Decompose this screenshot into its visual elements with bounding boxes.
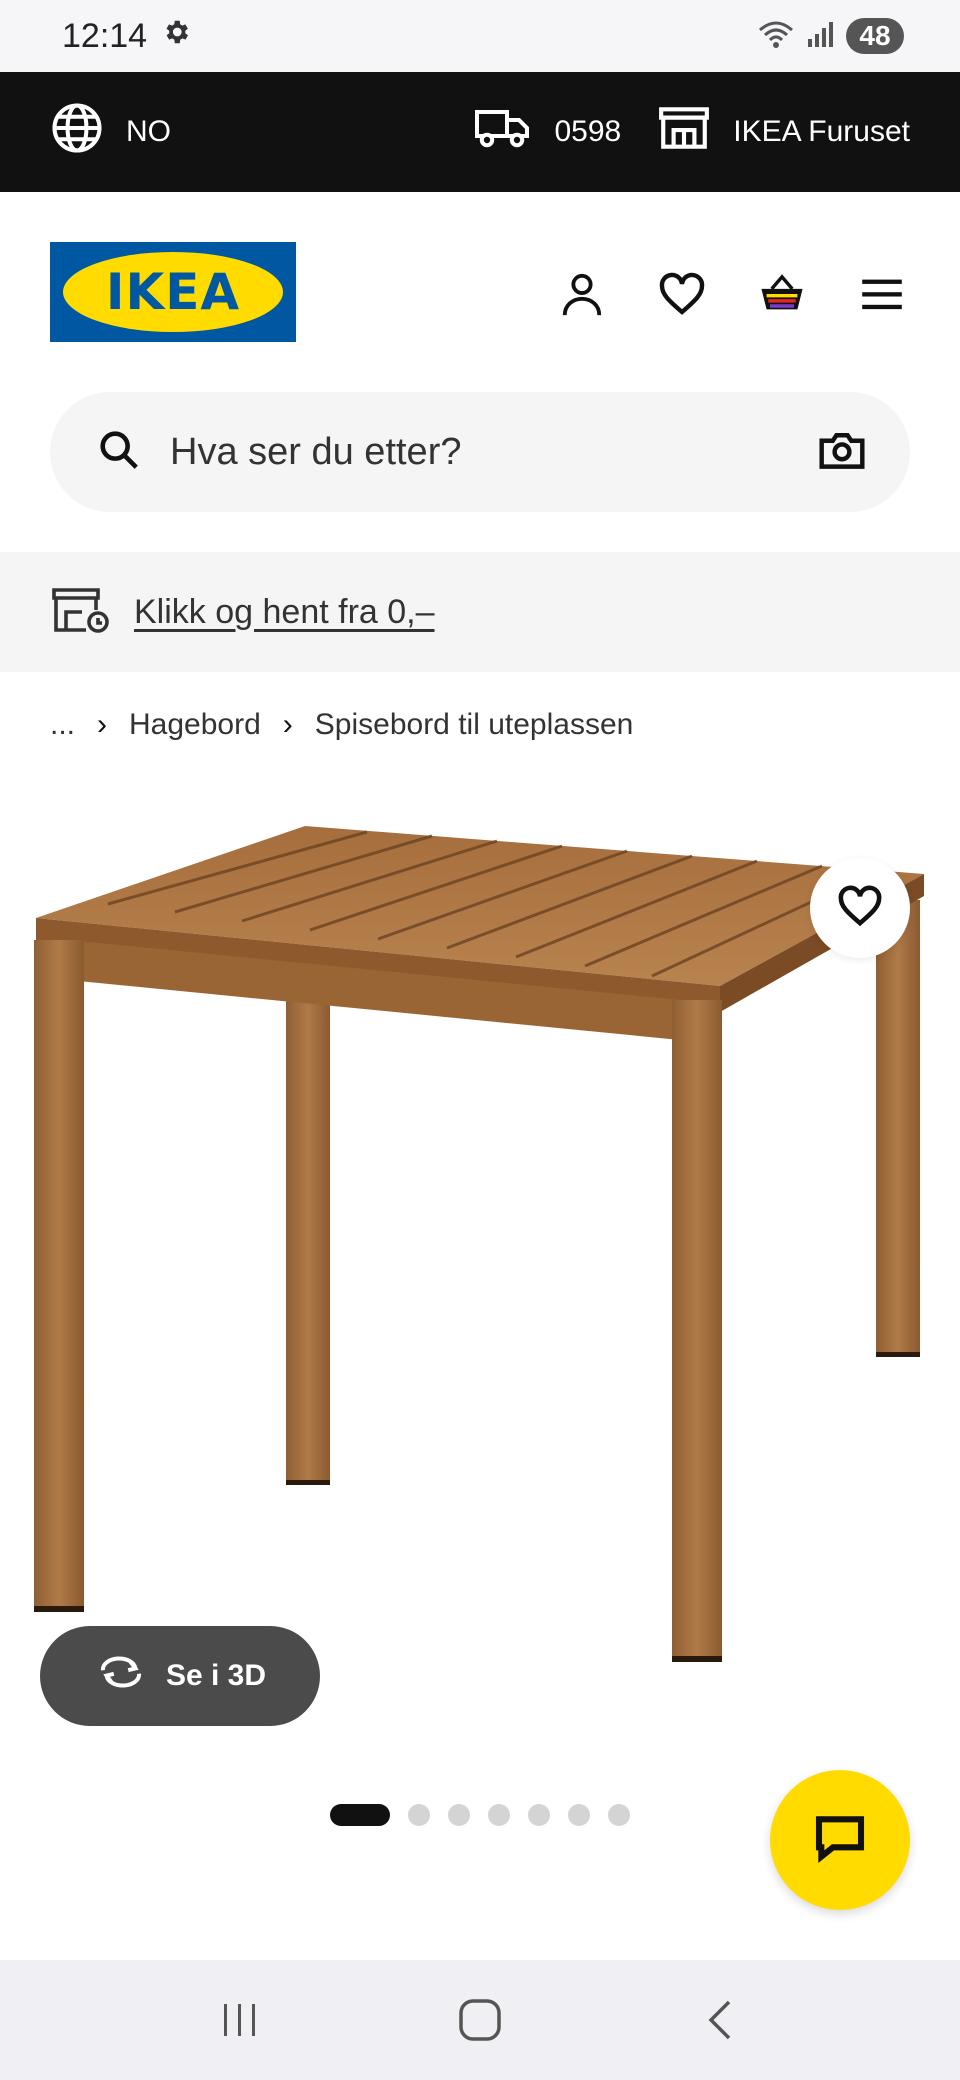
- status-right: 48: [756, 18, 904, 55]
- table-illustration: [34, 826, 924, 1662]
- chat-button[interactable]: [770, 1770, 910, 1910]
- account-icon[interactable]: [558, 270, 606, 318]
- top-info-bar: NO 0598 IKEA Furuset: [0, 72, 960, 192]
- shopping-bag-icon[interactable]: [758, 270, 806, 318]
- signal-icon: [806, 19, 836, 54]
- carousel-dot[interactable]: [608, 1804, 630, 1826]
- camera-icon[interactable]: [818, 429, 866, 476]
- view-in-3d-button[interactable]: Se i 3D: [40, 1626, 320, 1726]
- status-bar: 12:14 48: [0, 0, 960, 72]
- search-bar[interactable]: [50, 392, 910, 512]
- search-input[interactable]: [170, 430, 818, 474]
- language-selector[interactable]: NO: [50, 101, 171, 163]
- header-actions: [558, 270, 906, 318]
- ikea-logo[interactable]: IKEA: [50, 242, 296, 342]
- carousel-dot[interactable]: [488, 1804, 510, 1826]
- truck-icon: [473, 105, 533, 159]
- store-clock-icon: [50, 585, 110, 640]
- heart-icon: [837, 885, 883, 932]
- image-carousel-dots: [330, 1804, 630, 1826]
- home-button[interactable]: [440, 1980, 520, 2060]
- top-bar-right: 0598 IKEA Furuset: [473, 105, 910, 159]
- postal-code: 0598: [554, 115, 622, 148]
- delivery-postal-code[interactable]: 0598: [473, 105, 622, 159]
- site-header: IKEA: [0, 192, 960, 392]
- battery-indicator: 48: [846, 18, 904, 54]
- carousel-dot[interactable]: [528, 1804, 550, 1826]
- store-name: IKEA Furuset: [733, 115, 910, 148]
- chevron-right-icon: ›: [97, 708, 108, 741]
- settings-gear-icon: [161, 17, 191, 56]
- carousel-dot[interactable]: [448, 1804, 470, 1826]
- status-time: 12:14: [62, 16, 148, 55]
- breadcrumb: ... › Hagebord › Spisebord til uteplasse…: [50, 700, 633, 750]
- add-to-wishlist-button[interactable]: [810, 858, 910, 958]
- breadcrumb-item-hagebord[interactable]: Hagebord: [129, 708, 261, 742]
- status-left: 12:14: [62, 17, 191, 56]
- click-collect-banner: Klikk og hent fra 0,–: [0, 552, 960, 672]
- chat-bubble-icon: [812, 1812, 868, 1869]
- search-icon: [96, 427, 142, 478]
- carousel-dot[interactable]: [568, 1804, 590, 1826]
- wifi-icon: [756, 18, 796, 55]
- menu-hamburger-icon[interactable]: [858, 270, 906, 318]
- language-code: NO: [126, 115, 171, 148]
- logo-oval: IKEA: [63, 252, 283, 332]
- click-collect-link[interactable]: Klikk og hent fra 0,–: [134, 593, 435, 632]
- carousel-dot[interactable]: [408, 1804, 430, 1826]
- store-selector[interactable]: IKEA Furuset: [657, 105, 910, 159]
- product-image[interactable]: [0, 790, 960, 1770]
- chevron-right-icon: ›: [282, 708, 293, 741]
- breadcrumb-item-spisebord[interactable]: Spisebord til uteplassen: [315, 708, 634, 742]
- globe-icon: [50, 101, 104, 163]
- view-in-3d-label: Se i 3D: [165, 1659, 267, 1692]
- carousel-dot[interactable]: [330, 1804, 390, 1826]
- back-button[interactable]: [680, 1980, 760, 2060]
- store-icon: [657, 105, 711, 159]
- rotate-3d-icon: [94, 1654, 148, 1698]
- recent-apps-button[interactable]: [200, 1980, 280, 2060]
- breadcrumb-ellipsis[interactable]: ...: [50, 708, 75, 742]
- logo-wordmark: IKEA: [105, 263, 241, 321]
- wishlist-heart-icon[interactable]: [658, 270, 706, 318]
- system-nav-bar: [0, 1960, 960, 2080]
